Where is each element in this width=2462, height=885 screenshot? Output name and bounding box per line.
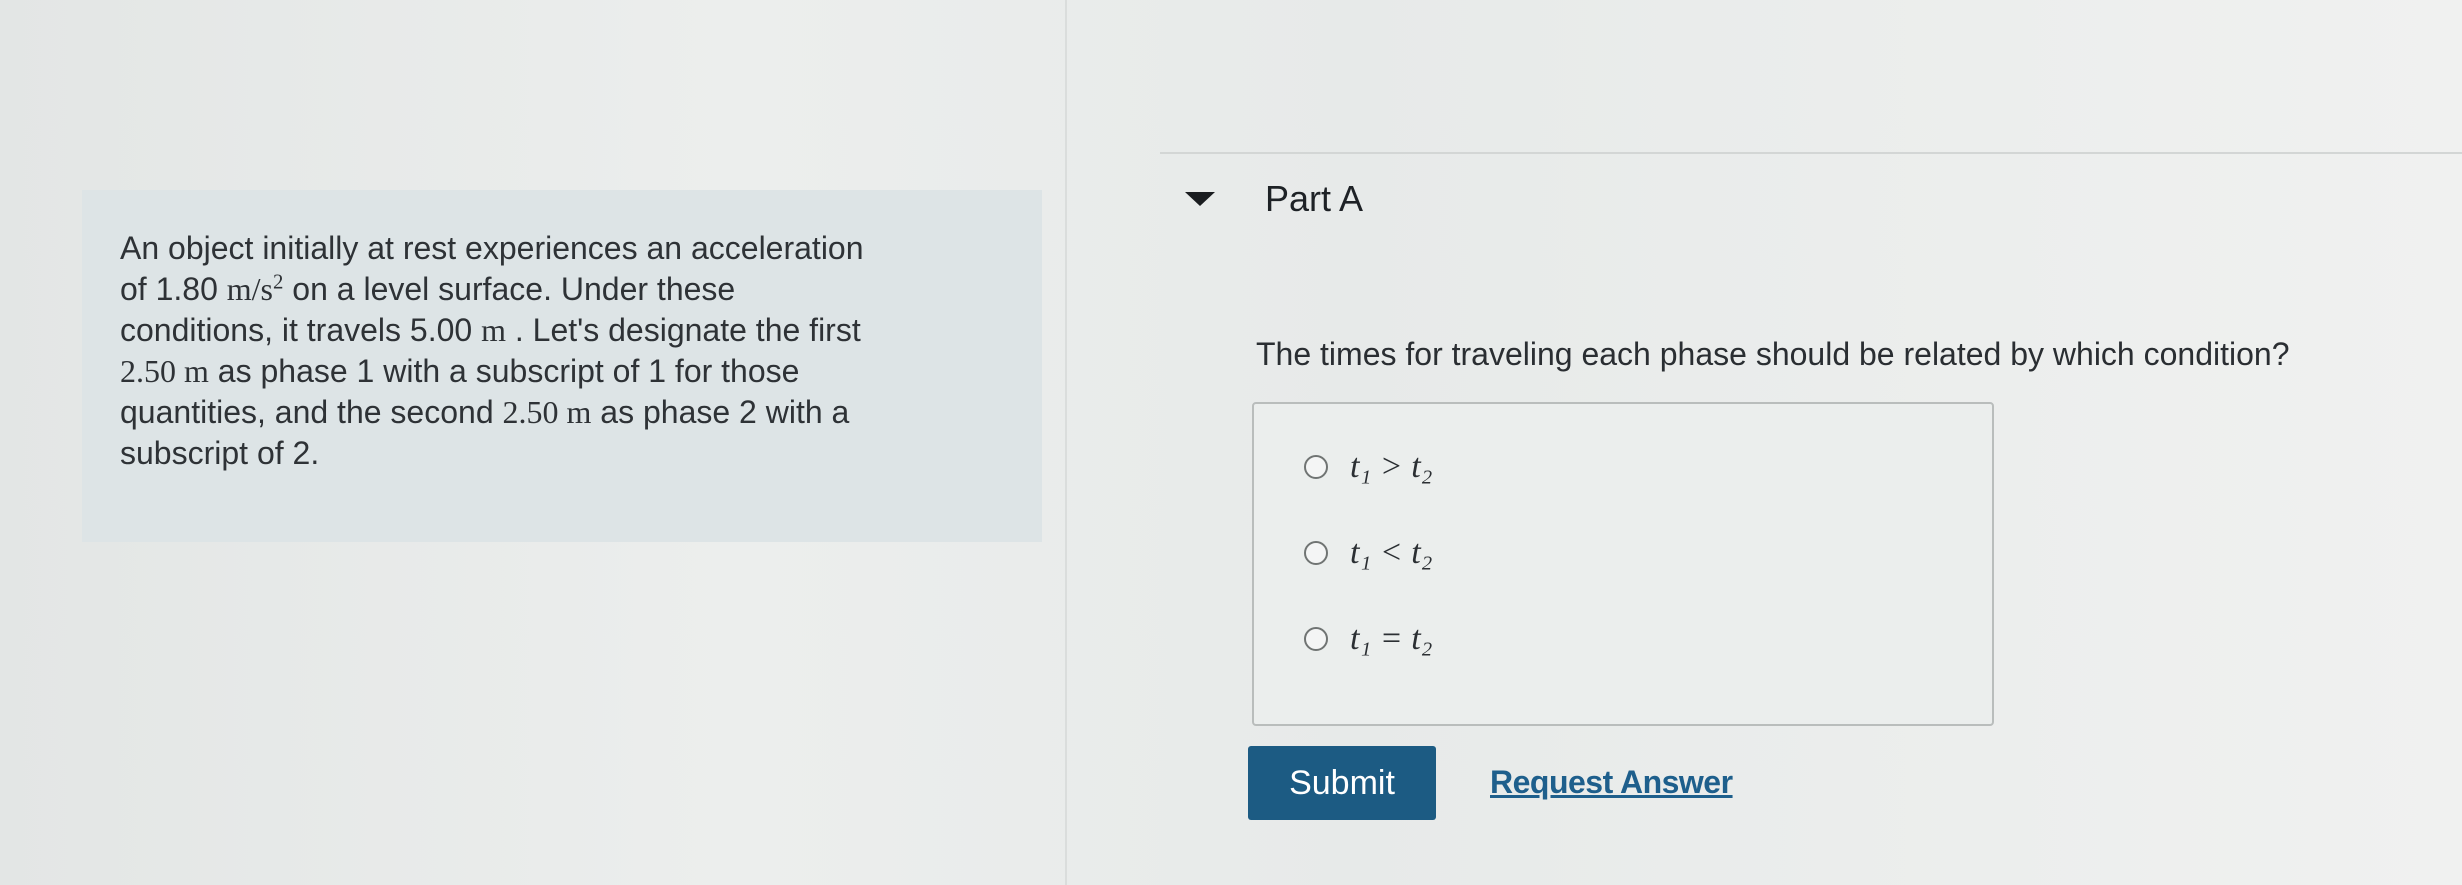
question-text: The times for traveling each phase shoul… [1256,336,2290,372]
request-answer-link[interactable]: Request Answer [1490,764,1733,801]
problem-text-fragment: of 1.80 [120,271,227,307]
radio-icon[interactable] [1304,541,1328,565]
submit-button[interactable]: Submit [1248,746,1436,820]
problem-text-fragment: quantities, and the second [120,394,503,430]
part-title: Part A [1265,178,1364,219]
option-label: t₁ = t₂ [1350,620,1433,657]
option-t1-equal[interactable]: t₁ = t₂ [1304,620,1432,658]
problem-line-1: An object initially at rest experiences … [120,230,864,266]
column-divider [1065,0,1067,885]
radio-icon[interactable] [1304,455,1328,479]
distance-unit: m [481,312,506,348]
problem-text-fragment: as phase 1 with a subscript of 1 for tho… [208,353,800,389]
problem-statement: An object initially at rest experiences … [120,228,1000,474]
option-label: t₁ < t₂ [1350,534,1433,571]
problem-text-fragment: . Let's designate the first [505,312,861,348]
answer-options: t₁ > t₂ t₁ < t₂ t₁ = t₂ [1252,402,1994,726]
option-t1-less[interactable]: t₁ < t₂ [1304,534,1432,572]
problem-text-fragment: on a level surface. Under these [283,271,736,307]
radio-icon[interactable] [1304,627,1328,651]
unit-exponent: 2 [272,270,284,294]
problem-line-3: conditions, it travels 5.00 m . Let's de… [120,310,1000,351]
acceleration-unit: m/s2 [227,271,284,307]
problem-text-fragment: as phase 2 with a [591,394,850,430]
problem-line-5: quantities, and the second 2.50 m as pha… [120,392,1000,433]
problem-text-fragment: conditions, it travels 5.00 [120,312,482,348]
part-a-header[interactable]: Part A [1185,178,1363,220]
phase2-distance: 2.50 m [502,394,592,430]
phase1-distance: 2.50 m [120,353,209,389]
unit-text: m/s [226,271,273,307]
option-t1-greater[interactable]: t₁ > t₂ [1304,448,1432,486]
problem-line-6: subscript of 2. [120,435,320,471]
option-label: t₁ > t₂ [1350,448,1433,485]
caret-down-icon[interactable] [1185,192,1215,206]
problem-line-2: of 1.80 m/s2 on a level surface. Under t… [120,269,1000,310]
header-rule [1160,152,2462,154]
problem-line-4: 2.50 m as phase 1 with a subscript of 1 … [120,351,1000,392]
